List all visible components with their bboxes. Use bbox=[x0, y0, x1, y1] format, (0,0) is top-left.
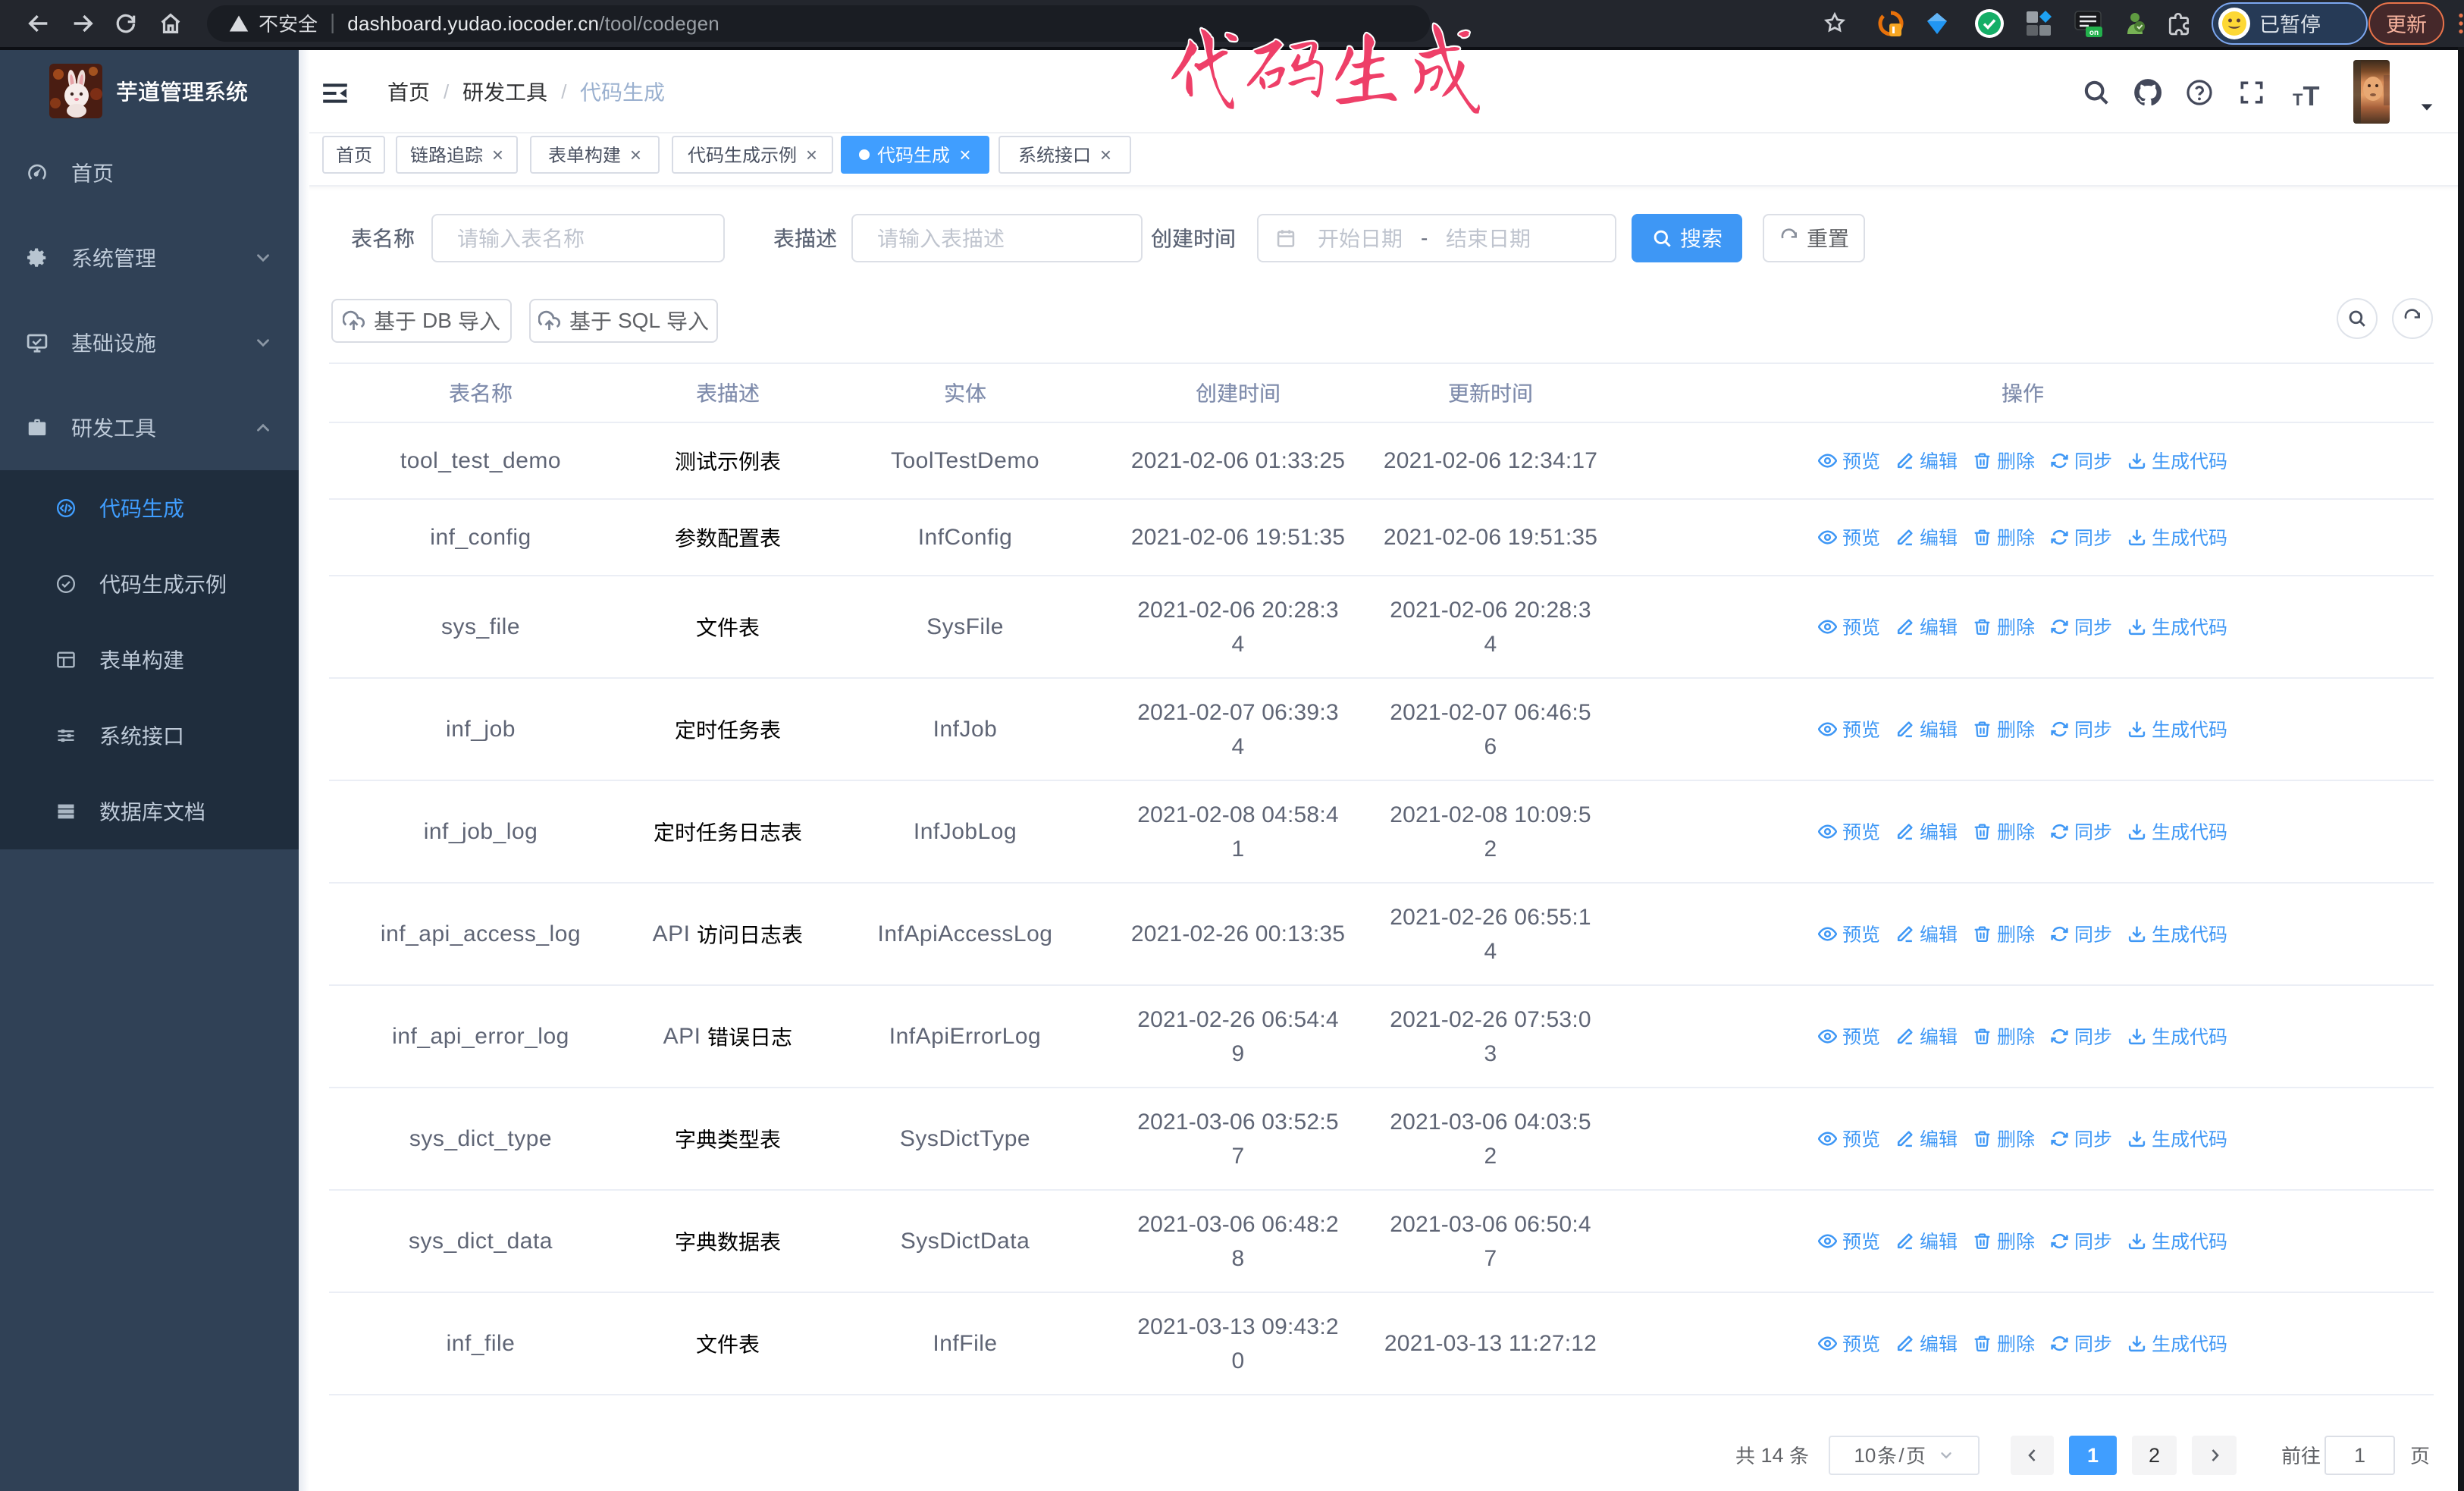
svg-text:on: on bbox=[2089, 29, 2099, 37]
